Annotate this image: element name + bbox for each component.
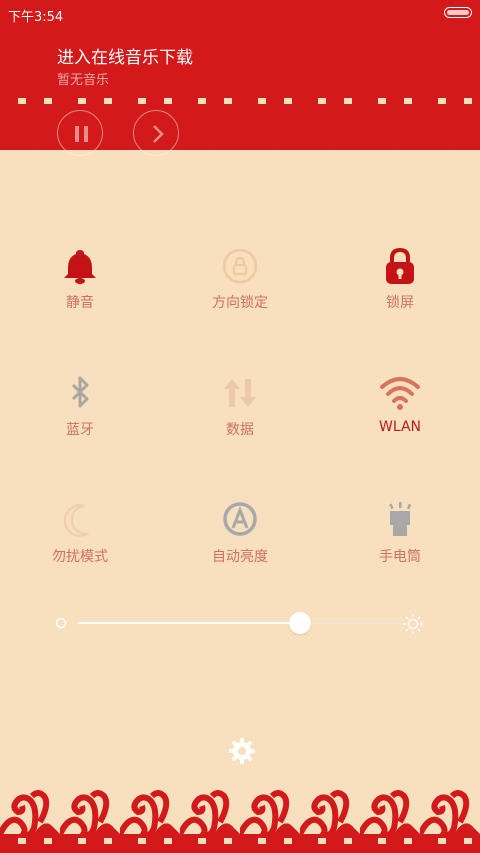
toggle-flashlight-label: 手电筒 bbox=[379, 549, 421, 565]
music-title[interactable]: 进入在线音乐下载 bbox=[57, 43, 193, 68]
toggle-bluetooth-label: 蓝牙 bbox=[66, 422, 94, 438]
moon-icon bbox=[63, 503, 91, 537]
toggle-wlan[interactable]: WLAN bbox=[340, 373, 460, 463]
toggle-rotation-lock-label: 方向锁定 bbox=[212, 295, 268, 311]
status-bar: 下午3:54 bbox=[0, 0, 480, 28]
wifi-icon bbox=[380, 377, 420, 410]
toggle-flashlight[interactable]: 手电筒 bbox=[340, 500, 460, 590]
toggle-mobile-data[interactable]: 数据 bbox=[180, 373, 300, 463]
auto-brightness-icon bbox=[223, 502, 257, 536]
toggle-mute[interactable]: 静音 bbox=[20, 246, 140, 336]
toggle-wlan-label: WLAN bbox=[378, 419, 421, 435]
brightness-slider-thumb[interactable] bbox=[288, 612, 311, 634]
chevron-right-icon bbox=[153, 125, 164, 143]
rotation-lock-icon bbox=[222, 248, 258, 284]
toggle-bluetooth[interactable]: 蓝牙 bbox=[20, 373, 140, 463]
toggle-mute-label: 静音 bbox=[66, 295, 94, 311]
toggle-auto-brightness[interactable]: 自动亮度 bbox=[180, 500, 300, 590]
toggle-lock-screen-label: 锁屏 bbox=[386, 295, 414, 311]
brightness-low-icon bbox=[55, 617, 67, 629]
toggle-lock-screen[interactable]: 锁屏 bbox=[340, 246, 460, 336]
mobile-data-icon bbox=[224, 379, 256, 407]
toggle-auto-brightness-label: 自动亮度 bbox=[212, 549, 268, 565]
bell-icon bbox=[64, 250, 96, 284]
pause-icon bbox=[75, 126, 88, 142]
toggle-mobile-data-label: 数据 bbox=[226, 422, 254, 438]
toggle-rotation-lock[interactable]: 方向锁定 bbox=[180, 246, 300, 336]
bluetooth-icon bbox=[71, 376, 89, 408]
next-track-button[interactable] bbox=[133, 110, 179, 156]
brightness-slider-fill bbox=[78, 622, 300, 624]
flashlight-icon bbox=[389, 502, 412, 536]
toggle-do-not-disturb[interactable]: 勿扰模式 bbox=[20, 500, 140, 590]
lock-icon bbox=[386, 247, 414, 284]
settings-gear-icon[interactable] bbox=[228, 737, 256, 765]
status-time: 下午3:54 bbox=[8, 10, 64, 25]
toggle-do-not-disturb-label: 勿扰模式 bbox=[52, 549, 108, 565]
bottom-cloud-border bbox=[0, 786, 480, 853]
brightness-high-icon bbox=[403, 614, 423, 634]
battery-icon bbox=[444, 7, 472, 18]
brightness-slider-track[interactable] bbox=[299, 622, 400, 624]
play-pause-button[interactable] bbox=[57, 110, 103, 156]
music-subtitle: 暂无音乐 bbox=[57, 73, 110, 88]
